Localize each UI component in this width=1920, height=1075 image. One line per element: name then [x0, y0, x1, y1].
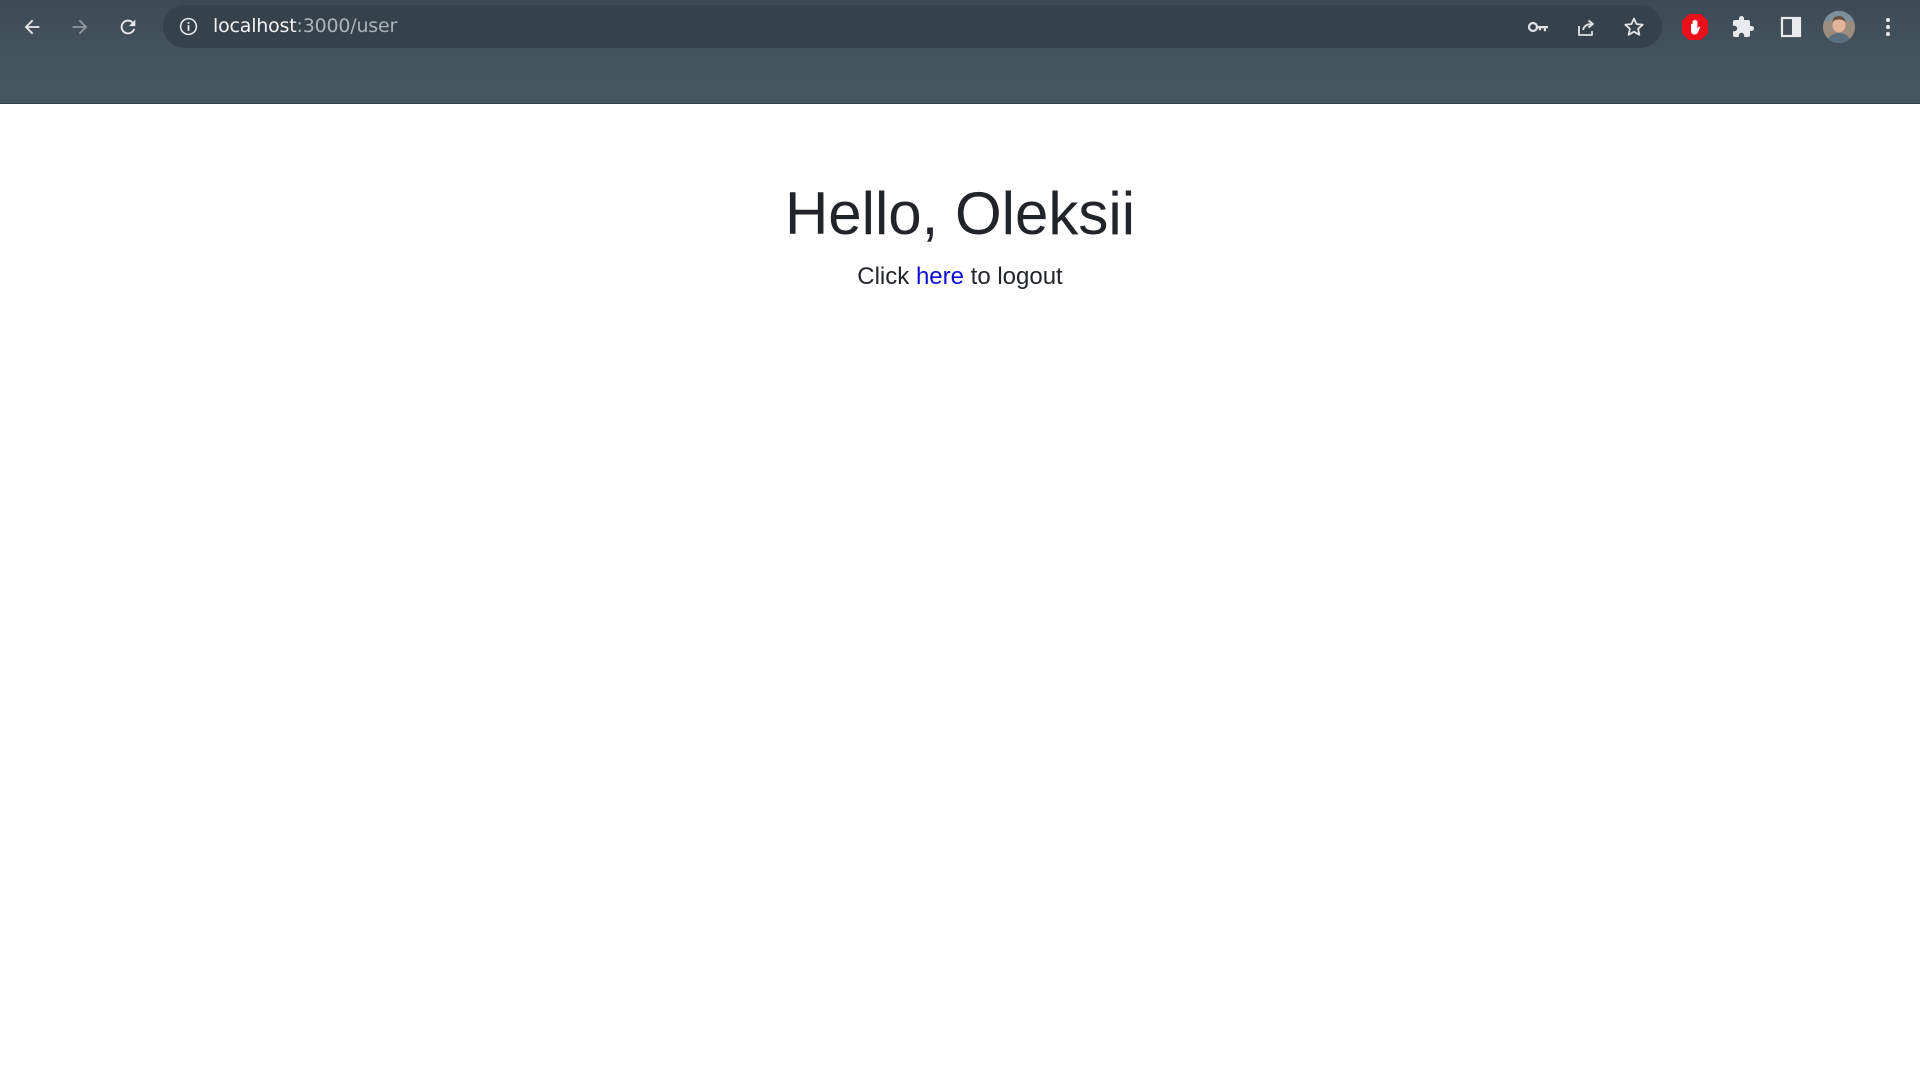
logout-message: Click here to logout [0, 262, 1920, 292]
bookmark-button[interactable] [1618, 11, 1650, 43]
arrow-left-icon [24, 19, 40, 35]
url-path: :3000/user [296, 15, 398, 37]
browser-toolbar: localhost:3000/user [0, 0, 1920, 54]
extensions-button[interactable] [1725, 9, 1761, 45]
puzzle-icon [1733, 16, 1754, 37]
logout-text-prefix: Click [857, 263, 916, 290]
page-content: Hello, Oleksii Click here to logout [0, 104, 1920, 1075]
address-bar[interactable]: localhost:3000/user [163, 5, 1662, 48]
password-button[interactable] [1522, 11, 1554, 43]
browser-chrome: localhost:3000/user [0, 0, 1920, 104]
logout-link[interactable]: here [916, 263, 964, 290]
kebab-menu-icon [1886, 18, 1890, 36]
logout-text-suffix: to logout [963, 263, 1063, 290]
key-icon [1527, 21, 1548, 33]
url-text[interactable]: localhost:3000/user [213, 5, 397, 48]
info-icon[interactable] [178, 16, 199, 37]
url-host: localhost [213, 15, 297, 37]
arrow-right-icon [72, 19, 88, 35]
share-icon [1578, 19, 1594, 36]
greeting-heading: Hello, Oleksii [784, 180, 1136, 247]
reload-icon [120, 19, 136, 35]
forward-button[interactable] [62, 9, 98, 45]
side-panel-icon [1780, 16, 1802, 38]
back-button[interactable] [14, 9, 50, 45]
hand-stop-icon [1682, 14, 1708, 40]
side-panel-button[interactable] [1773, 9, 1809, 45]
reload-button[interactable] [110, 9, 146, 45]
profile-photo [1823, 11, 1855, 43]
share-button[interactable] [1570, 11, 1602, 43]
browser-menu-button[interactable] [1870, 9, 1906, 45]
avatar[interactable] [1823, 11, 1855, 43]
extension-blocker-button[interactable] [1677, 9, 1713, 45]
star-icon [1624, 17, 1644, 36]
